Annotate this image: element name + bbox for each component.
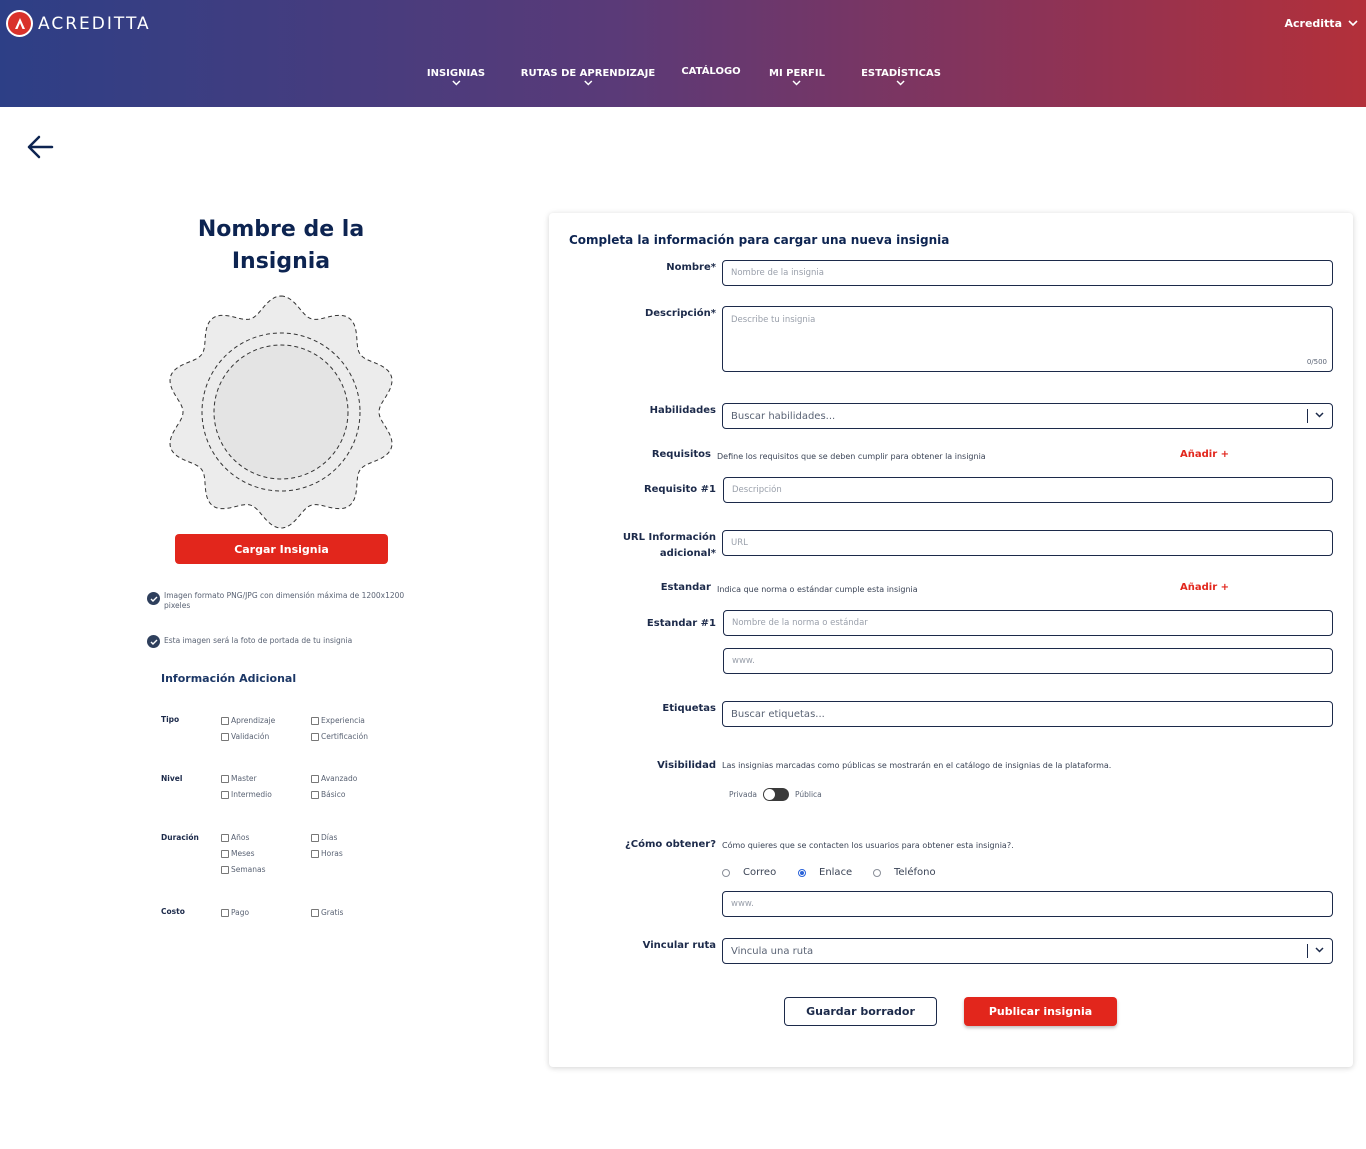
public-label: Pública (794, 790, 822, 799)
checkbox-aprendizaje[interactable]: Aprendizaje (221, 716, 275, 725)
nav-catalogo[interactable]: CATÁLOGO (681, 66, 740, 77)
standard-label: Estandar (660, 582, 711, 593)
check-circle-icon (147, 635, 160, 648)
char-counter: 0/500 (1306, 358, 1327, 366)
checkbox-anos[interactable]: Años (221, 833, 249, 842)
brand-name: ACREDITTA (38, 13, 151, 34)
nav-rutas-de-aprendizaje[interactable]: RUTAS DE APRENDIZAJE (521, 68, 655, 86)
standard-1-url-input[interactable]: www. (723, 648, 1333, 674)
brand-logo[interactable]: ACREDITTA (6, 10, 151, 37)
radio-correo[interactable]: Correo (722, 867, 776, 878)
requirements-label: Requisitos (651, 449, 711, 460)
chevron-down-icon (1348, 20, 1358, 27)
chevron-down-icon (896, 80, 906, 86)
standard-1-name-input[interactable]: Nombre de la norma o estándar (723, 610, 1333, 636)
requirement-1-input[interactable]: Descripción (723, 477, 1333, 503)
visibility-toggle-group: Privada Pública (729, 788, 822, 801)
visibility-toggle[interactable] (762, 788, 789, 801)
checkbox-certificacion[interactable]: Certificación (311, 732, 368, 741)
checkbox-intermedio[interactable]: Intermedio (221, 790, 272, 799)
tags-input[interactable]: Buscar etiquetas... (722, 701, 1333, 727)
user-name: Acreditta (1284, 17, 1342, 30)
checkbox-avanzado[interactable]: Avanzado (311, 774, 357, 783)
private-label: Privada (729, 790, 757, 799)
skills-select[interactable]: Buscar habilidades... (722, 403, 1333, 429)
check-circle-icon (147, 592, 160, 605)
standard-hint: Indica que norma o estándar cumple esta … (717, 585, 918, 594)
visibility-label: Visibilidad (657, 760, 716, 771)
standard-1-label: Estandar #1 (646, 618, 716, 629)
name-input[interactable]: Nombre de la insignia (722, 260, 1333, 286)
category-label-tipo: Tipo (161, 715, 180, 724)
how-to-obtain-label: ¿Cómo obtener? (624, 839, 716, 850)
user-menu[interactable]: Acreditta (1284, 17, 1358, 30)
checkbox-validacion[interactable]: Validación (221, 732, 269, 741)
publish-badge-button[interactable]: Publicar insignia (964, 997, 1117, 1026)
badge-placeholder-image[interactable] (162, 294, 400, 530)
back-arrow-icon[interactable] (26, 133, 54, 161)
checkbox-meses[interactable]: Meses (221, 849, 255, 858)
url-input[interactable]: URL (722, 530, 1333, 556)
chevron-down-icon (1315, 412, 1324, 418)
checkbox-pago[interactable]: Pago (221, 908, 249, 917)
additional-info-title: Información Adicional (161, 672, 297, 685)
chevron-down-icon (583, 80, 593, 86)
url-label: URL Información adicional* (622, 532, 716, 559)
badge-title: Nombre de la Insignia (197, 217, 365, 274)
checkbox-basico[interactable]: Básico (311, 790, 345, 799)
description-label: Descripción* (644, 308, 716, 319)
skills-label: Habilidades (649, 405, 716, 416)
top-header: ACREDITTA Acreditta INSIGNIAS RUTAS DE A… (0, 0, 1366, 107)
requirements-hint: Define los requisitos que se deben cumpl… (717, 452, 986, 461)
checkbox-semanas[interactable]: Semanas (221, 865, 266, 874)
link-route-select[interactable]: Vincula una ruta (722, 938, 1333, 964)
link-route-label: Vincular ruta (642, 940, 716, 951)
checkbox-experiencia[interactable]: Experiencia (311, 716, 365, 725)
name-label: Nombre* (666, 262, 716, 273)
checkbox-horas[interactable]: Horas (311, 849, 343, 858)
tags-label: Etiquetas (662, 703, 716, 714)
checkbox-master[interactable]: Master (221, 774, 257, 783)
main-nav: INSIGNIAS RUTAS DE APRENDIZAJE CATÁLOGO … (0, 66, 1366, 98)
category-label-nivel: Nivel (161, 774, 183, 783)
nav-insignias[interactable]: INSIGNIAS (427, 68, 485, 86)
nav-estadisticas[interactable]: ESTADÍSTICAS (861, 68, 941, 86)
checkbox-gratis[interactable]: Gratis (311, 908, 343, 917)
acreditta-logo-icon (6, 10, 33, 37)
chevron-down-icon (1315, 947, 1324, 953)
category-label-costo: Costo (161, 907, 185, 916)
image-format-note: Imagen formato PNG/JPG con dimensión máx… (147, 591, 412, 611)
radio-telefono[interactable]: Teléfono (873, 867, 936, 878)
chevron-down-icon (792, 80, 802, 86)
obtain-link-input[interactable]: www. (722, 891, 1333, 917)
checkbox-dias[interactable]: Días (311, 833, 337, 842)
cover-photo-note: Esta imagen será la foto de portada de t… (147, 634, 412, 648)
chevron-down-icon (451, 80, 461, 86)
radio-enlace[interactable]: Enlace (798, 867, 852, 878)
requirement-1-label: Requisito #1 (643, 484, 716, 495)
category-label-duracion: Duración (161, 833, 199, 842)
form-title: Completa la información para cargar una … (569, 233, 950, 247)
visibility-hint: Las insignias marcadas como públicas se … (722, 761, 1112, 770)
add-requirement-link[interactable]: Añadir + (1180, 449, 1229, 460)
add-standard-link[interactable]: Añadir + (1180, 582, 1229, 593)
save-draft-button[interactable]: Guardar borrador (784, 997, 937, 1026)
upload-badge-button[interactable]: Cargar Insignia (175, 534, 388, 564)
description-textarea[interactable]: Describe tu insignia 0/500 (722, 306, 1333, 372)
how-to-obtain-hint: Cómo quieres que se contacten los usuari… (722, 841, 1014, 850)
nav-mi-perfil[interactable]: MI PERFIL (769, 68, 825, 86)
